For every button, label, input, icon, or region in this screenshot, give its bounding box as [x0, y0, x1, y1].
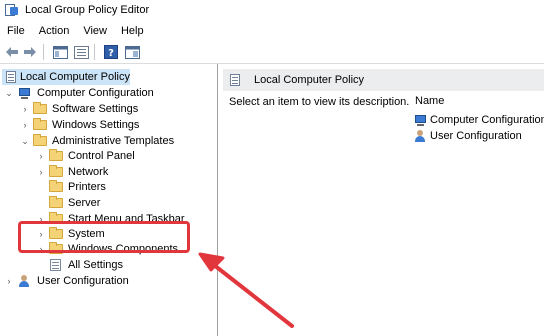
tree-item-label: Windows Settings: [52, 119, 140, 131]
chevron-down-icon[interactable]: ⌄: [20, 133, 30, 149]
folder-icon: [49, 180, 63, 192]
chevron-right-icon[interactable]: ›: [36, 148, 46, 164]
tree-item-windows-settings[interactable]: › Windows Settings: [20, 117, 139, 133]
tree-item-label: Control Panel: [68, 150, 135, 162]
tree-item-network[interactable]: › Network: [36, 164, 108, 180]
list-item-computer-configuration[interactable]: Computer Configuration: [413, 112, 544, 128]
folder-icon: [49, 149, 63, 161]
menu-file[interactable]: File: [0, 25, 32, 37]
tree-item-label: Local Computer Policy: [19, 71, 130, 83]
tree-item-all-settings[interactable]: All Settings: [36, 257, 123, 273]
back-arrow-icon[interactable]: [3, 44, 21, 60]
chevron-right-icon[interactable]: ›: [4, 273, 14, 289]
tree-item-label: Administrative Templates: [52, 135, 175, 147]
details-header-title: Local Computer Policy: [254, 74, 365, 86]
highlight-box: [18, 221, 190, 253]
list-item-user-configuration[interactable]: User Configuration: [413, 128, 522, 144]
tree-item-label: User Configuration: [37, 275, 129, 287]
menu-action[interactable]: Action: [32, 25, 77, 37]
help-icon[interactable]: ?: [102, 44, 120, 60]
computer-icon: [413, 114, 428, 127]
tree-item-label: Server: [68, 197, 101, 209]
settings-icon: [49, 259, 63, 271]
column-header-name[interactable]: Name: [415, 95, 444, 107]
toolbar-separator: [94, 44, 95, 60]
console-tree: Local Computer Policy ⌄ Computer Configu…: [0, 64, 218, 336]
forward-arrow-icon[interactable]: [21, 44, 39, 60]
properties-icon[interactable]: [72, 44, 90, 60]
menu-view[interactable]: View: [76, 25, 114, 37]
no-expander: [36, 257, 46, 273]
computer-icon: [17, 87, 32, 100]
user-icon: [17, 274, 32, 288]
user-icon: [413, 129, 428, 143]
no-expander: [36, 195, 46, 211]
extended-view-icon[interactable]: [123, 44, 141, 60]
tree-item-user-configuration[interactable]: › User Configuration: [4, 273, 129, 289]
folder-icon: [33, 134, 47, 146]
tree-item-label: All Settings: [68, 259, 124, 271]
tree-item-label: Software Settings: [52, 103, 139, 115]
tree-item-printers[interactable]: Printers: [36, 179, 106, 195]
title-bar: Local Group Policy Editor: [0, 0, 544, 20]
folder-icon: [33, 118, 47, 130]
svg-text:?: ?: [108, 48, 114, 59]
toolbar: ?: [0, 41, 544, 64]
details-pane: Local Computer Policy Select an item to …: [219, 64, 544, 336]
toolbar-separator: [43, 44, 44, 60]
menu-help[interactable]: Help: [114, 25, 151, 37]
tree-item-control-panel[interactable]: › Control Panel: [36, 148, 135, 164]
no-expander: [36, 179, 46, 195]
window-title: Local Group Policy Editor: [25, 4, 150, 16]
chevron-right-icon[interactable]: ›: [20, 101, 30, 117]
list-item-label: User Configuration: [430, 130, 522, 142]
tree-item-label: Computer Configuration: [37, 87, 154, 99]
tree-item-label: Network: [68, 166, 109, 178]
policy-icon: [5, 70, 16, 84]
policy-icon: [229, 73, 243, 87]
tree-item-local-computer-policy[interactable]: Local Computer Policy: [2, 69, 130, 85]
chevron-right-icon[interactable]: ›: [20, 117, 30, 133]
tree-item-label: Printers: [68, 181, 106, 193]
description-text: Select an item to view its description.: [229, 96, 410, 108]
details-header: Local Computer Policy: [223, 69, 544, 91]
tree-item-computer-configuration[interactable]: ⌄ Computer Configuration: [4, 85, 154, 101]
chevron-right-icon[interactable]: ›: [36, 164, 46, 180]
tree-item-administrative-templates[interactable]: ⌄ Administrative Templates: [20, 133, 174, 149]
tree-item-server[interactable]: Server: [36, 195, 100, 211]
list-item-label: Computer Configuration: [430, 114, 544, 126]
chevron-down-icon[interactable]: ⌄: [4, 85, 14, 101]
show-hide-tree-icon[interactable]: [51, 44, 69, 60]
folder-icon: [49, 165, 63, 177]
folder-icon: [49, 196, 63, 208]
menu-bar: File Action View Help: [0, 22, 544, 40]
folder-icon: [33, 102, 47, 114]
tree-item-software-settings[interactable]: › Software Settings: [20, 101, 138, 117]
group-policy-app-icon: [5, 4, 19, 16]
